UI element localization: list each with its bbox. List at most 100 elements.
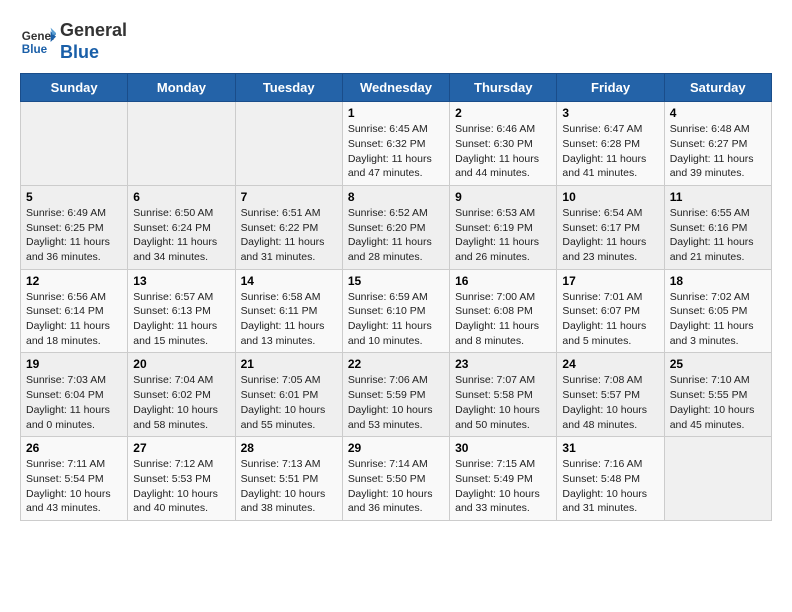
day-number: 19 bbox=[26, 357, 122, 371]
calendar-week-2: 5 Sunrise: 6:49 AM Sunset: 6:25 PM Daylig… bbox=[21, 185, 772, 269]
day-number: 22 bbox=[348, 357, 444, 371]
day-info: Sunrise: 7:14 AM Sunset: 5:50 PM Dayligh… bbox=[348, 457, 444, 516]
day-number: 27 bbox=[133, 441, 229, 455]
day-info: Sunrise: 7:02 AM Sunset: 6:05 PM Dayligh… bbox=[670, 290, 766, 349]
day-number: 17 bbox=[562, 274, 658, 288]
calendar-cell: 3Sunrise: 6:47 AM Sunset: 6:28 PM Daylig… bbox=[557, 102, 664, 186]
logo-text-general: General bbox=[60, 20, 127, 42]
calendar-cell bbox=[21, 102, 128, 186]
day-number: 3 bbox=[562, 106, 658, 120]
day-info: Sunrise: 6:52 AM Sunset: 6:20 PM Dayligh… bbox=[348, 206, 444, 265]
day-number: 18 bbox=[670, 274, 766, 288]
calendar-cell bbox=[235, 102, 342, 186]
calendar-cell: 23 Sunrise: 7:07 AM Sunset: 5:58 PM Dayli… bbox=[450, 353, 557, 437]
day-info: Sunrise: 7:08 AM Sunset: 5:57 PM Dayligh… bbox=[562, 373, 658, 432]
calendar-cell: 30Sunrise: 7:15 AM Sunset: 5:49 PM Dayli… bbox=[450, 437, 557, 521]
calendar-cell: 18 Sunrise: 7:02 AM Sunset: 6:05 PM Dayli… bbox=[664, 269, 771, 353]
day-info: Sunrise: 6:51 AM Sunset: 6:22 PM Dayligh… bbox=[241, 206, 337, 265]
calendar-cell bbox=[664, 437, 771, 521]
day-info: Sunrise: 6:46 AM Sunset: 6:30 PM Dayligh… bbox=[455, 122, 551, 181]
calendar-cell: 9 Sunrise: 6:53 AM Sunset: 6:19 PM Daylig… bbox=[450, 185, 557, 269]
day-info: Sunrise: 7:03 AM Sunset: 6:04 PM Dayligh… bbox=[26, 373, 122, 432]
day-info: Sunrise: 7:13 AM Sunset: 5:51 PM Dayligh… bbox=[241, 457, 337, 516]
calendar-cell: 15 Sunrise: 6:59 AM Sunset: 6:10 PM Dayli… bbox=[342, 269, 449, 353]
calendar-cell: 8 Sunrise: 6:52 AM Sunset: 6:20 PM Daylig… bbox=[342, 185, 449, 269]
day-number: 9 bbox=[455, 190, 551, 204]
day-info: Sunrise: 7:10 AM Sunset: 5:55 PM Dayligh… bbox=[670, 373, 766, 432]
calendar-cell: 29 Sunrise: 7:14 AM Sunset: 5:50 PM Dayli… bbox=[342, 437, 449, 521]
day-number: 30 bbox=[455, 441, 551, 455]
weekday-header-tuesday: Tuesday bbox=[235, 74, 342, 102]
day-info: Sunrise: 6:55 AM Sunset: 6:16 PM Dayligh… bbox=[670, 206, 766, 265]
day-info: Sunrise: 7:11 AM Sunset: 5:54 PM Dayligh… bbox=[26, 457, 122, 516]
calendar-cell: 2 Sunrise: 6:46 AM Sunset: 6:30 PM Daylig… bbox=[450, 102, 557, 186]
day-number: 25 bbox=[670, 357, 766, 371]
calendar-header-row: SundayMondayTuesdayWednesdayThursdayFrid… bbox=[21, 74, 772, 102]
calendar-week-1: 1 Sunrise: 6:45 AM Sunset: 6:32 PM Daylig… bbox=[21, 102, 772, 186]
day-number: 1 bbox=[348, 106, 444, 120]
day-info: Sunrise: 6:50 AM Sunset: 6:24 PM Dayligh… bbox=[133, 206, 229, 265]
calendar-cell: 10 Sunrise: 6:54 AM Sunset: 6:17 PM Dayli… bbox=[557, 185, 664, 269]
day-number: 16 bbox=[455, 274, 551, 288]
day-number: 24 bbox=[562, 357, 658, 371]
weekday-header-saturday: Saturday bbox=[664, 74, 771, 102]
day-number: 8 bbox=[348, 190, 444, 204]
calendar-cell: 24 Sunrise: 7:08 AM Sunset: 5:57 PM Dayli… bbox=[557, 353, 664, 437]
day-number: 21 bbox=[241, 357, 337, 371]
day-info: Sunrise: 7:00 AM Sunset: 6:08 PM Dayligh… bbox=[455, 290, 551, 349]
calendar-cell: 28 Sunrise: 7:13 AM Sunset: 5:51 PM Dayli… bbox=[235, 437, 342, 521]
calendar-cell: 13 Sunrise: 6:57 AM Sunset: 6:13 PM Dayli… bbox=[128, 269, 235, 353]
weekday-header-monday: Monday bbox=[128, 74, 235, 102]
day-info: Sunrise: 6:53 AM Sunset: 6:19 PM Dayligh… bbox=[455, 206, 551, 265]
day-info: Sunrise: 6:57 AM Sunset: 6:13 PM Dayligh… bbox=[133, 290, 229, 349]
calendar-cell: 27Sunrise: 7:12 AM Sunset: 5:53 PM Dayli… bbox=[128, 437, 235, 521]
day-number: 23 bbox=[455, 357, 551, 371]
day-info: Sunrise: 7:06 AM Sunset: 5:59 PM Dayligh… bbox=[348, 373, 444, 432]
calendar-cell: 1 Sunrise: 6:45 AM Sunset: 6:32 PM Daylig… bbox=[342, 102, 449, 186]
calendar-cell: 6 Sunrise: 6:50 AM Sunset: 6:24 PM Daylig… bbox=[128, 185, 235, 269]
weekday-header-sunday: Sunday bbox=[21, 74, 128, 102]
weekday-header-friday: Friday bbox=[557, 74, 664, 102]
day-info: Sunrise: 6:58 AM Sunset: 6:11 PM Dayligh… bbox=[241, 290, 337, 349]
day-number: 6 bbox=[133, 190, 229, 204]
page-header: General Blue General Blue bbox=[20, 20, 772, 63]
day-number: 13 bbox=[133, 274, 229, 288]
calendar-cell: 4 Sunrise: 6:48 AM Sunset: 6:27 PM Daylig… bbox=[664, 102, 771, 186]
calendar-week-4: 19 Sunrise: 7:03 AM Sunset: 6:04 PM Dayli… bbox=[21, 353, 772, 437]
day-number: 20 bbox=[133, 357, 229, 371]
calendar-week-3: 12 Sunrise: 6:56 AM Sunset: 6:14 PM Dayli… bbox=[21, 269, 772, 353]
calendar-week-5: 26Sunrise: 7:11 AM Sunset: 5:54 PM Dayli… bbox=[21, 437, 772, 521]
calendar-cell: 25 Sunrise: 7:10 AM Sunset: 5:55 PM Dayli… bbox=[664, 353, 771, 437]
day-info: Sunrise: 7:16 AM Sunset: 5:48 PM Dayligh… bbox=[562, 457, 658, 516]
day-number: 14 bbox=[241, 274, 337, 288]
day-number: 10 bbox=[562, 190, 658, 204]
day-number: 31 bbox=[562, 441, 658, 455]
calendar-cell: 12 Sunrise: 6:56 AM Sunset: 6:14 PM Dayli… bbox=[21, 269, 128, 353]
day-number: 15 bbox=[348, 274, 444, 288]
logo-icon: General Blue bbox=[20, 24, 56, 60]
day-info: Sunrise: 6:48 AM Sunset: 6:27 PM Dayligh… bbox=[670, 122, 766, 181]
day-number: 4 bbox=[670, 106, 766, 120]
calendar-cell: 31 Sunrise: 7:16 AM Sunset: 5:48 PM Dayli… bbox=[557, 437, 664, 521]
calendar-cell: 11Sunrise: 6:55 AM Sunset: 6:16 PM Dayli… bbox=[664, 185, 771, 269]
weekday-header-wednesday: Wednesday bbox=[342, 74, 449, 102]
day-info: Sunrise: 7:04 AM Sunset: 6:02 PM Dayligh… bbox=[133, 373, 229, 432]
calendar-cell: 14 Sunrise: 6:58 AM Sunset: 6:11 PM Dayli… bbox=[235, 269, 342, 353]
day-number: 29 bbox=[348, 441, 444, 455]
logo: General Blue General Blue bbox=[20, 20, 127, 63]
calendar-table: SundayMondayTuesdayWednesdayThursdayFrid… bbox=[20, 73, 772, 521]
day-info: Sunrise: 7:05 AM Sunset: 6:01 PM Dayligh… bbox=[241, 373, 337, 432]
calendar-cell: 20 Sunrise: 7:04 AM Sunset: 6:02 PM Dayli… bbox=[128, 353, 235, 437]
day-number: 5 bbox=[26, 190, 122, 204]
day-number: 12 bbox=[26, 274, 122, 288]
day-info: Sunrise: 6:56 AM Sunset: 6:14 PM Dayligh… bbox=[26, 290, 122, 349]
day-info: Sunrise: 6:45 AM Sunset: 6:32 PM Dayligh… bbox=[348, 122, 444, 181]
calendar-cell bbox=[128, 102, 235, 186]
day-number: 2 bbox=[455, 106, 551, 120]
day-number: 28 bbox=[241, 441, 337, 455]
day-info: Sunrise: 7:01 AM Sunset: 6:07 PM Dayligh… bbox=[562, 290, 658, 349]
day-info: Sunrise: 7:07 AM Sunset: 5:58 PM Dayligh… bbox=[455, 373, 551, 432]
day-info: Sunrise: 6:49 AM Sunset: 6:25 PM Dayligh… bbox=[26, 206, 122, 265]
day-info: Sunrise: 6:54 AM Sunset: 6:17 PM Dayligh… bbox=[562, 206, 658, 265]
day-info: Sunrise: 6:59 AM Sunset: 6:10 PM Dayligh… bbox=[348, 290, 444, 349]
